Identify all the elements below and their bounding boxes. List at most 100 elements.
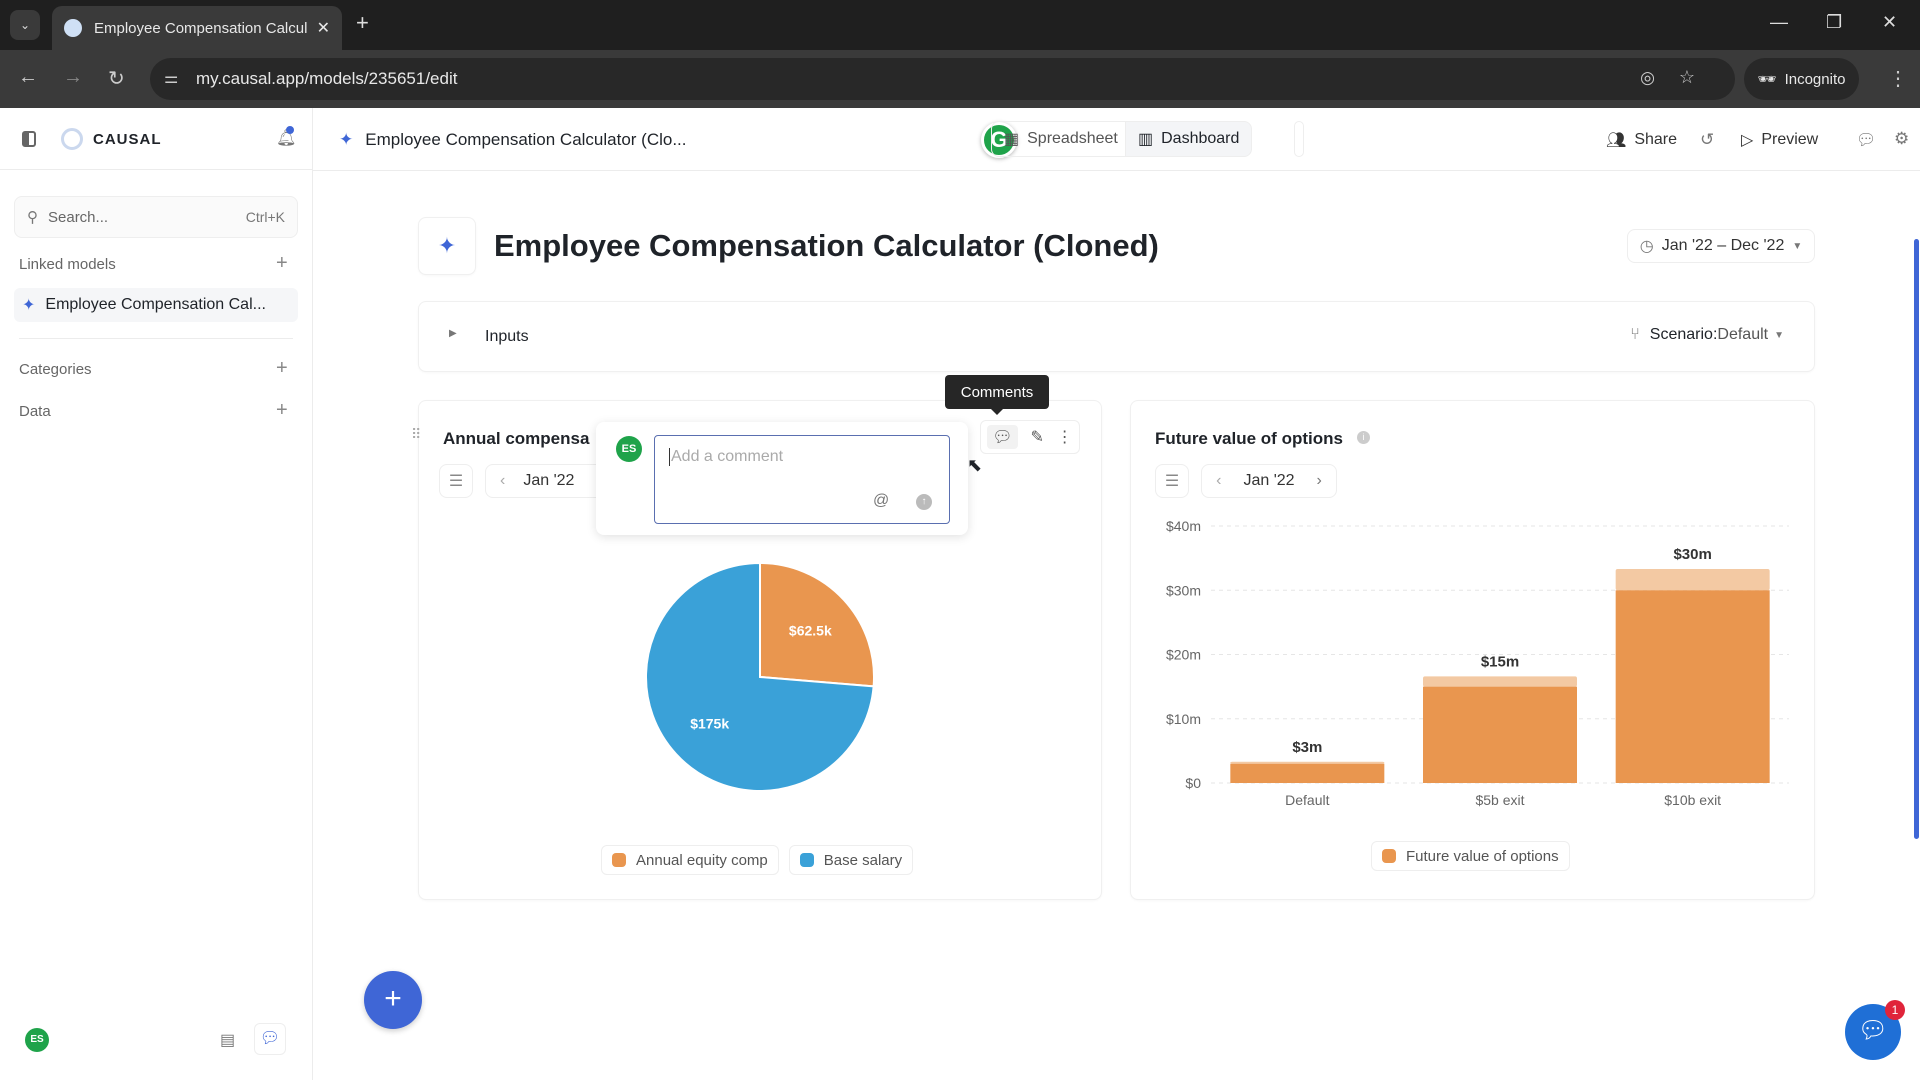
history-icon[interactable]: ↺ xyxy=(1700,130,1714,150)
legend-label: Base salary xyxy=(823,851,903,869)
incognito-badge[interactable]: 🕶 Incognito xyxy=(1744,58,1859,100)
incognito-label: Incognito xyxy=(1784,70,1846,88)
slice-label: $62.5k xyxy=(789,623,832,639)
legend-swatch xyxy=(1382,849,1396,863)
divider xyxy=(19,338,293,339)
comment-input[interactable]: Add a comment @ ↑ xyxy=(654,435,950,524)
bookmark-star-icon[interactable]: ☆ xyxy=(1679,67,1695,88)
bar-chart-icon: ▥ xyxy=(1138,131,1154,148)
legend-label: Annual equity comp xyxy=(636,851,768,869)
tab-title: Employee Compensation Calcul xyxy=(94,19,308,37)
inputs-section: ▶ Inputs ⑂ Scenario: Default ▼ xyxy=(418,301,1815,372)
notification-dot xyxy=(286,126,294,134)
close-tab-icon[interactable]: ✕ xyxy=(317,18,330,38)
x-tick-label: $10b exit xyxy=(1664,792,1721,808)
legend-swatch xyxy=(799,853,814,867)
tooltip-arrow xyxy=(990,408,1004,422)
table-icon: ▦ xyxy=(1004,131,1020,148)
bar-value-label: $3m xyxy=(1292,739,1322,756)
users-icon: 👥︎ xyxy=(1606,132,1627,149)
y-tick-label: $0 xyxy=(1185,775,1201,791)
legend-item-equity[interactable]: Annual equity comp xyxy=(601,845,779,875)
docs-icon[interactable]: ▤ xyxy=(220,1030,235,1050)
comment-placeholder: Add a comment xyxy=(669,448,784,466)
close-window-button[interactable]: ✕ xyxy=(1882,12,1897,33)
forward-button[interactable]: → xyxy=(63,66,83,89)
search-input[interactable]: ⚲ Search... Ctrl+K xyxy=(14,196,298,238)
browser-tab-bar: ⌄ Employee Compensation Calcul ✕ + — ❐ ✕ xyxy=(0,0,1920,50)
mention-at-icon[interactable]: @ xyxy=(873,492,889,510)
date-range-picker[interactable]: ◷ Jan '22 – Dec '22 ▼ xyxy=(1627,229,1815,263)
share-button[interactable]: 👥︎ Share xyxy=(1606,130,1677,150)
y-tick-label: $30m xyxy=(1166,582,1201,598)
legend-item-future-value[interactable]: Future value of options xyxy=(1371,841,1570,871)
page-title: Employee Compensation Calculator (Cloned… xyxy=(494,228,1159,263)
y-tick-label: $20m xyxy=(1166,647,1201,663)
x-tick-label: $5b exit xyxy=(1475,792,1524,808)
sparkle-icon: ✦ xyxy=(22,297,36,314)
legend-item-base-salary[interactable]: Base salary xyxy=(788,845,914,875)
edit-pencil-icon[interactable]: ✎ xyxy=(1030,427,1043,447)
preview-button[interactable]: ▷ Preview xyxy=(1741,130,1818,150)
tab-dashboard[interactable]: ▥ Dashboard xyxy=(1125,121,1253,157)
linked-model-label: Employee Compensation Cal... xyxy=(45,296,266,313)
pie-legend: Annual equity comp Base salary xyxy=(601,845,914,875)
submit-arrow-icon[interactable]: ↑ xyxy=(916,494,932,510)
share-label: Share xyxy=(1634,131,1678,148)
restore-button[interactable]: ❐ xyxy=(1826,12,1842,33)
user-avatar[interactable]: ES xyxy=(25,1028,49,1052)
branch-icon: ⑂ xyxy=(1630,326,1640,343)
bar xyxy=(1230,763,1385,783)
clock-icon: ◷ xyxy=(1639,238,1654,255)
chat-support-icon[interactable]: 💬︎ xyxy=(254,1023,286,1055)
sidebar: CAUSAL 🔔︎ ⚲ Search... Ctrl+K Linked mode… xyxy=(0,108,313,1080)
bar-highlight xyxy=(1615,569,1770,591)
url-text: my.causal.app/models/235651/edit xyxy=(196,69,458,88)
site-info-icon[interactable]: ⚌ xyxy=(164,68,178,88)
legend-swatch xyxy=(612,853,626,867)
sidebar-item-linked-model[interactable]: ✦ Employee Compensation Cal... xyxy=(14,288,298,322)
minimize-button[interactable]: — xyxy=(1770,12,1788,33)
search-placeholder: Search... xyxy=(48,208,109,226)
expand-chevron-icon[interactable]: ▶ xyxy=(449,328,457,339)
scrollbar[interactable] xyxy=(1914,239,1919,839)
sparkle-icon: ✦ xyxy=(339,130,354,149)
browser-tab[interactable]: Employee Compensation Calcul ✕ xyxy=(52,6,342,50)
tab-spreadsheet[interactable]: ▦ Spreadsheet xyxy=(991,121,1131,157)
dashboard-label: Dashboard xyxy=(1161,130,1240,147)
add-category-button[interactable]: + xyxy=(276,357,288,380)
notifications-bell-icon[interactable]: 🔔︎ xyxy=(276,126,296,148)
search-shortcut: Ctrl+K xyxy=(245,209,285,225)
bar-value-label: $15m xyxy=(1481,653,1519,670)
incognito-icon: 🕶 xyxy=(1757,71,1777,88)
new-tab-button[interactable]: + xyxy=(356,10,369,36)
add-linked-model-button[interactable]: + xyxy=(276,252,288,275)
address-bar-row: ← → ↻ ⚌ my.causal.app/models/235651/edit… xyxy=(0,50,1920,108)
settings-gear-icon[interactable]: ⚙ xyxy=(1894,129,1909,149)
url-bar[interactable]: ⚌ my.causal.app/models/235651/edit ◎ ☆ xyxy=(150,58,1735,100)
tab-search-button[interactable]: ⌄ xyxy=(10,10,40,40)
add-widget-button[interactable]: + xyxy=(364,971,422,1029)
model-breadcrumb[interactable]: ✦ Employee Compensation Calculator (Clo.… xyxy=(339,130,687,150)
scenario-selector[interactable]: ⑂ Scenario: Default ▼ xyxy=(1630,326,1784,344)
reload-button[interactable]: ↻ xyxy=(108,66,125,91)
browser-menu-icon[interactable]: ⋮ xyxy=(1888,66,1908,91)
play-icon: ▷ xyxy=(1741,132,1754,149)
comments-tooltip: Comments xyxy=(945,375,1049,409)
more-options-icon[interactable]: ⋮ xyxy=(1057,427,1073,447)
add-data-button[interactable]: + xyxy=(276,399,288,422)
toggle-sidebar-icon[interactable] xyxy=(22,131,36,147)
comment-popup: ES Add a comment @ ↑ xyxy=(596,422,968,535)
comments-icon[interactable]: 💬︎ xyxy=(1856,130,1876,150)
scenario-label: Scenario: xyxy=(1649,326,1718,343)
bar-highlight xyxy=(1423,676,1577,687)
inputs-toggle[interactable]: Inputs xyxy=(485,328,529,346)
view-switcher xyxy=(1294,121,1304,157)
divider xyxy=(0,169,312,170)
back-button[interactable]: ← xyxy=(18,66,38,89)
app-header: ✦ Employee Compensation Calculator (Clo.… xyxy=(313,108,1920,171)
comments-icon[interactable]: 💬︎ xyxy=(987,425,1018,449)
eye-off-icon[interactable]: ◎ xyxy=(1640,68,1655,88)
y-tick-label: $10m xyxy=(1166,711,1201,727)
chat-widget-button[interactable]: 💬︎ 1 xyxy=(1845,1000,1905,1060)
